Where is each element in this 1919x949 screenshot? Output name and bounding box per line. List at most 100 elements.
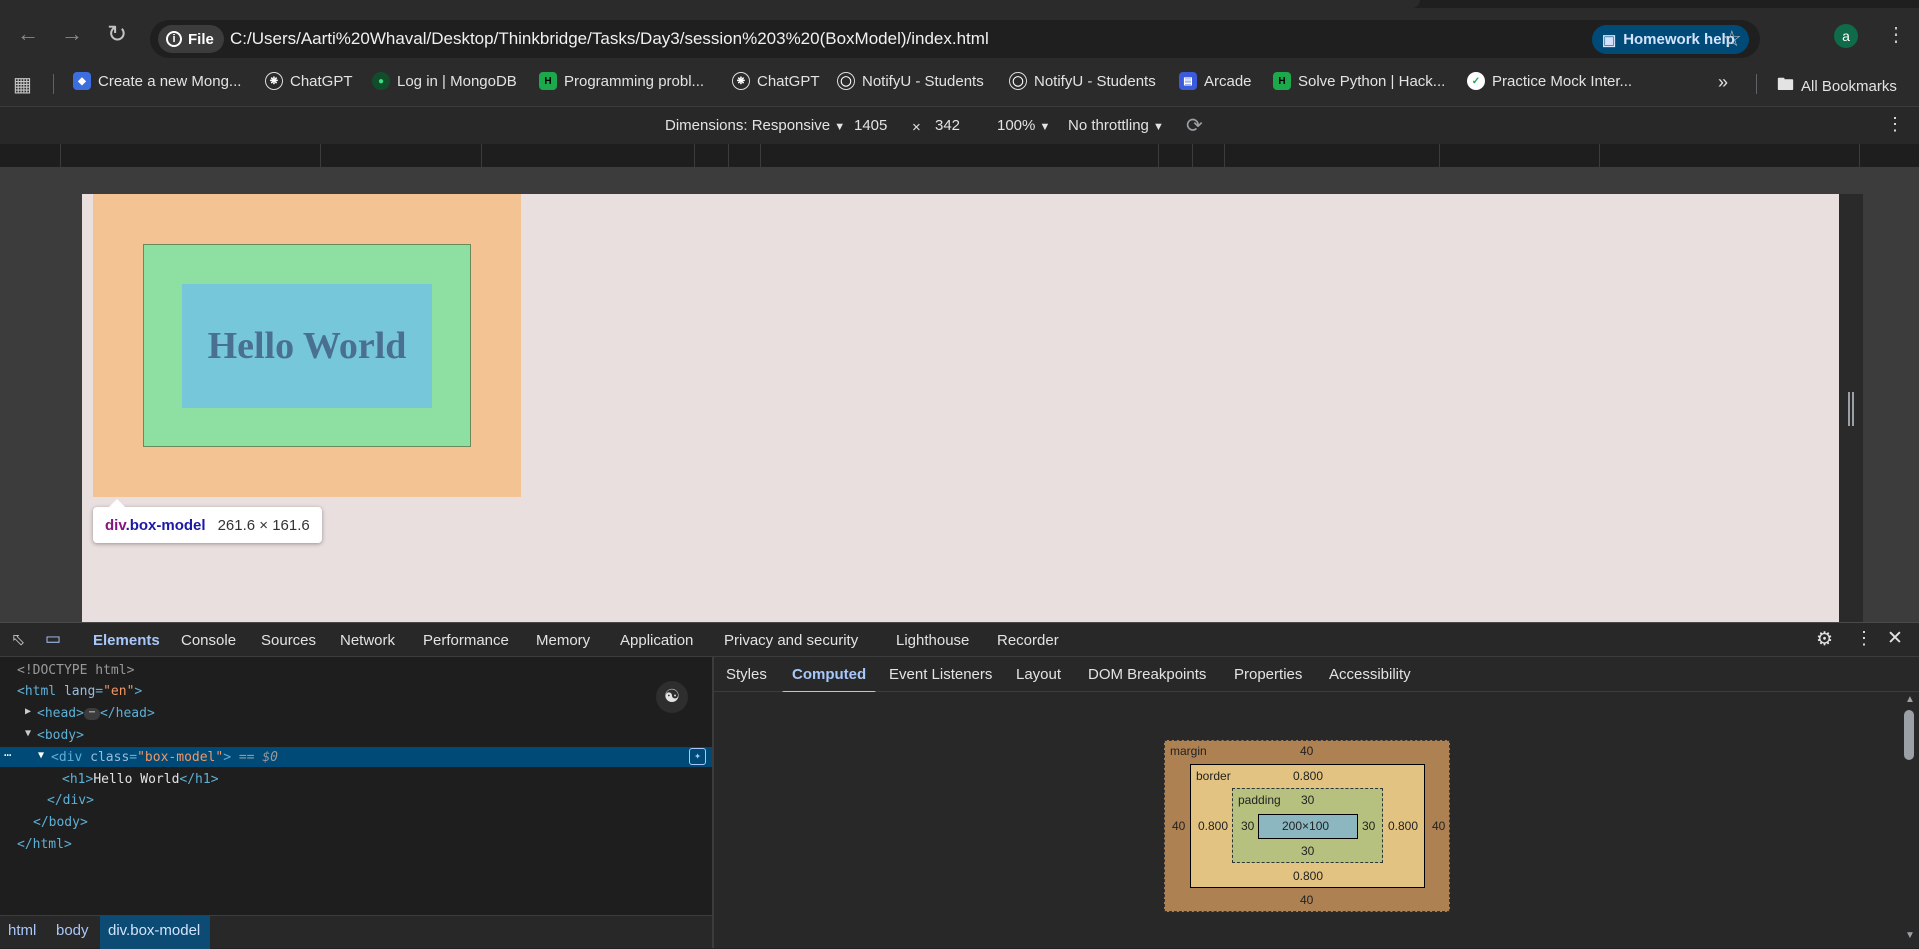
tab-strip xyxy=(0,0,1919,8)
dom-body-open[interactable]: <body> xyxy=(37,728,84,743)
scroll-down-icon[interactable]: ▼ xyxy=(1905,930,1915,941)
accessibility-tree-icon[interactable]: ☯ xyxy=(656,681,688,713)
tab-event-listeners[interactable]: Event Listeners xyxy=(889,666,992,683)
inspect-element-icon[interactable]: ⬁ xyxy=(11,630,25,650)
margin-left-value[interactable]: 40 xyxy=(1172,819,1185,833)
row-actions-icon[interactable]: ⋯ xyxy=(4,748,11,762)
content-size-value[interactable]: 200×100 xyxy=(1282,819,1329,833)
collapse-triangle-icon[interactable]: ▼ xyxy=(38,750,44,761)
margin-right-value[interactable]: 40 xyxy=(1432,819,1445,833)
tab-lighthouse[interactable]: Lighthouse xyxy=(896,632,969,649)
active-tab[interactable] xyxy=(0,0,1420,8)
devtools-menu-icon[interactable]: ⋮ xyxy=(1855,628,1873,649)
tab-styles[interactable]: Styles xyxy=(726,666,767,683)
padding-top-value[interactable]: 30 xyxy=(1301,793,1314,807)
tab-computed[interactable]: Computed xyxy=(781,666,877,694)
bookmark-item[interactable]: ✓ Practice Mock Inter... xyxy=(1467,72,1632,90)
bookmark-item[interactable]: H Programming probl... xyxy=(539,72,704,90)
body-tag-name: body xyxy=(48,815,80,830)
dom-h1[interactable]: <h1>Hello World</h1> xyxy=(62,772,219,787)
device-menu-icon[interactable]: ⋮ xyxy=(1886,114,1904,135)
tab-network[interactable]: Network xyxy=(340,632,395,649)
tab-dom-breakpoints[interactable]: DOM Breakpoints xyxy=(1088,666,1206,683)
height-input[interactable]: 342 xyxy=(935,117,960,134)
width-input[interactable]: 1405 xyxy=(854,117,887,134)
ellipsis-icon[interactable]: ⋯ xyxy=(83,707,100,720)
tab-console[interactable]: Console xyxy=(181,632,236,649)
throttling-dropdown[interactable]: No throttling ▼ xyxy=(1068,117,1164,134)
div-attr-name: class xyxy=(90,750,130,765)
margin-bottom-value[interactable]: 40 xyxy=(1300,893,1313,907)
scrollbar-thumb[interactable] xyxy=(1904,710,1914,760)
border-right-value[interactable]: 0.800 xyxy=(1388,819,1418,833)
dom-html-open[interactable]: <html lang="en"> xyxy=(17,684,142,699)
bookmark-item[interactable]: ● Log in | MongoDB xyxy=(372,72,517,90)
padding-left-value[interactable]: 30 xyxy=(1241,819,1254,833)
ai-assist-icon[interactable]: ✦ xyxy=(689,748,706,765)
forward-icon[interactable]: → xyxy=(56,18,88,50)
dimension-times: × xyxy=(912,119,921,136)
bookmark-item[interactable]: ◯ NotifyU - Students xyxy=(1009,72,1156,90)
bookmark-star-icon[interactable]: ☆ xyxy=(1722,26,1742,52)
rotate-icon[interactable]: ⟳ xyxy=(1186,113,1203,138)
expand-triangle-icon[interactable]: ▶ xyxy=(25,706,31,717)
url-text[interactable]: C:/Users/Aarti%20Whaval/Desktop/Thinkbri… xyxy=(230,29,989,49)
tab-layout[interactable]: Layout xyxy=(1016,666,1061,683)
tab-privacy-security[interactable]: Privacy and security xyxy=(724,632,858,649)
apps-grid-icon[interactable]: ▦ xyxy=(13,72,32,97)
close-devtools-icon[interactable]: ✕ xyxy=(1887,627,1903,650)
dom-div-close[interactable]: </div> xyxy=(47,793,94,808)
dom-doctype[interactable]: <!DOCTYPE html> xyxy=(17,663,134,678)
address-bar[interactable]: i File C:/Users/Aarti%20Whaval/Desktop/T… xyxy=(150,20,1760,58)
dom-div-open[interactable]: <div class="box-model"> == $0 xyxy=(51,750,278,765)
breadcrumb-div-box-model[interactable]: div.box-model xyxy=(108,922,200,939)
reload-icon[interactable]: ↻ xyxy=(101,18,133,50)
bookmark-label: Programming probl... xyxy=(564,72,705,90)
resize-handle[interactable] xyxy=(1848,392,1854,426)
dimensions-dropdown[interactable]: Dimensions: Responsive ▼ xyxy=(665,117,845,134)
site-info-chip[interactable]: i File xyxy=(158,25,224,53)
tab-sources[interactable]: Sources xyxy=(261,632,316,649)
bookmark-item[interactable]: ◆ Create a new Mong... xyxy=(73,72,241,90)
border-top-value[interactable]: 0.800 xyxy=(1293,769,1323,783)
dom-head[interactable]: <head> ⋯ </head> xyxy=(37,706,155,721)
dom-html-close[interactable]: </html> xyxy=(17,837,72,852)
tab-memory[interactable]: Memory xyxy=(536,632,590,649)
device-toolbar: Dimensions: Responsive ▼ 1405 × 342 100%… xyxy=(0,106,1919,144)
tab-accessibility[interactable]: Accessibility xyxy=(1329,666,1411,683)
profile-avatar[interactable]: a xyxy=(1834,24,1858,48)
tab-application[interactable]: Application xyxy=(620,632,693,649)
settings-gear-icon[interactable]: ⚙ xyxy=(1816,628,1833,651)
back-icon[interactable]: ← xyxy=(12,18,44,50)
browser-menu-icon[interactable]: ⋮ xyxy=(1886,22,1906,47)
bookmark-item[interactable]: ◯ NotifyU - Students xyxy=(837,72,984,90)
more-bookmarks-icon[interactable]: » xyxy=(1718,72,1728,93)
border-bottom-value[interactable]: 0.800 xyxy=(1293,869,1323,883)
h1-text: Hello World xyxy=(93,772,180,787)
media-query-ruler[interactable] xyxy=(0,144,1919,168)
device-toggle-icon[interactable]: ▭ xyxy=(45,629,61,649)
border-left-value[interactable]: 0.800 xyxy=(1198,819,1228,833)
chatgpt-icon: ❋ xyxy=(265,72,283,90)
chevron-down-icon: ▼ xyxy=(834,121,846,133)
zoom-dropdown[interactable]: 100% ▼ xyxy=(997,117,1050,134)
breadcrumb-html[interactable]: html xyxy=(8,922,36,939)
bookmark-item[interactable]: ▤ Arcade xyxy=(1179,72,1252,90)
globe-icon: ◯ xyxy=(1009,72,1027,90)
padding-right-value[interactable]: 30 xyxy=(1362,819,1375,833)
tab-performance[interactable]: Performance xyxy=(423,632,509,649)
tab-elements[interactable]: Elements xyxy=(85,632,168,660)
collapse-triangle-icon[interactable]: ▼ xyxy=(25,728,31,739)
tab-properties[interactable]: Properties xyxy=(1234,666,1302,683)
bookmark-item[interactable]: ❋ ChatGPT xyxy=(732,72,820,90)
bookmark-item[interactable]: H Solve Python | Hack... xyxy=(1273,72,1445,90)
dom-body-close[interactable]: </body> xyxy=(33,815,88,830)
margin-top-value[interactable]: 40 xyxy=(1300,744,1313,758)
padding-bottom-value[interactable]: 30 xyxy=(1301,844,1314,858)
bookmark-item[interactable]: ❋ ChatGPT xyxy=(265,72,353,90)
scroll-up-icon[interactable]: ▲ xyxy=(1905,694,1915,705)
breadcrumb-body[interactable]: body xyxy=(56,922,89,939)
all-bookmarks-button[interactable]: 🖿 All Bookmarks xyxy=(1777,72,1897,101)
all-bookmarks-label: All Bookmarks xyxy=(1801,78,1897,95)
tab-recorder[interactable]: Recorder xyxy=(997,632,1059,649)
